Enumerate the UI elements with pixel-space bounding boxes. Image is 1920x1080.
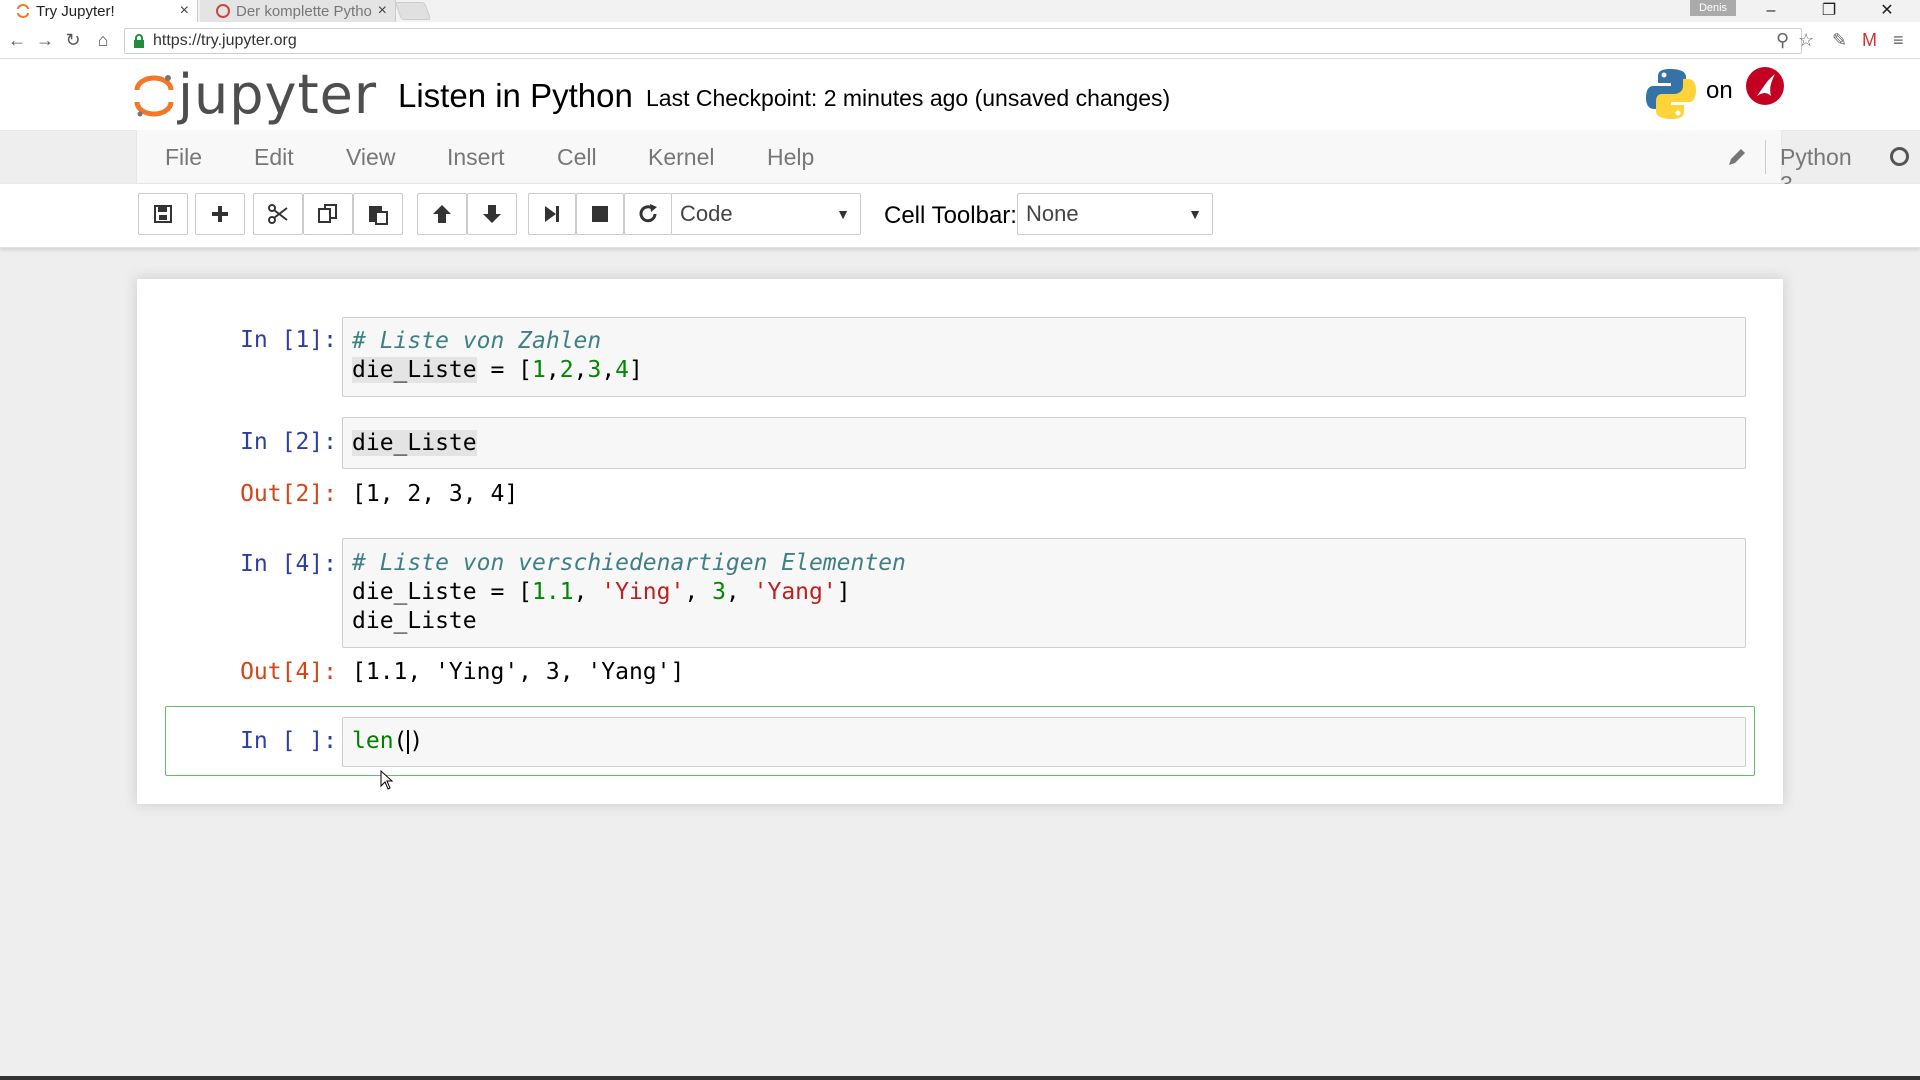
paste-button[interactable] — [353, 193, 403, 235]
jupyter-favicon-icon — [17, 4, 29, 18]
cell-toolbar-value: None — [1026, 201, 1079, 226]
code-cell-input[interactable] — [342, 417, 1746, 469]
save-button[interactable] — [138, 193, 188, 235]
save-icon — [154, 205, 172, 223]
forward-icon[interactable]: → — [34, 30, 56, 51]
cell-output: [1.1, 'Ying', 3, 'Yang'] — [352, 659, 685, 685]
gmail-icon[interactable]: M — [1862, 30, 1877, 51]
extension-icon[interactable]: ✎ — [1832, 30, 1847, 51]
cell-output: [1, 2, 3, 4] — [352, 481, 519, 507]
menu-view[interactable]: View — [346, 144, 395, 171]
code-line: die_Liste — [352, 430, 477, 456]
code-line: die_Liste = [1.1, 'Ying', 3, 'Yang'] — [352, 579, 851, 605]
move-up-button[interactable] — [417, 193, 467, 235]
user-badge[interactable]: Denis — [1690, 0, 1736, 16]
chevron-down-icon: ▼ — [836, 206, 850, 222]
code-line: len() — [352, 728, 424, 754]
interrupt-kernel-button[interactable] — [576, 193, 624, 235]
code-line: die_Liste — [352, 608, 477, 634]
address-bar: ← → ↻ ⌂ https://try.jupyter.org ⚲ ☆ ✎ M … — [0, 22, 1920, 59]
refresh-icon — [639, 204, 657, 223]
cell-type-value: Code — [680, 201, 733, 226]
menu-cell[interactable]: Cell — [557, 144, 597, 171]
minimize-icon[interactable]: – — [1748, 0, 1794, 22]
step-forward-icon — [545, 206, 559, 222]
lock-icon — [134, 34, 144, 48]
chrome-menu-icon[interactable]: ≡ — [1893, 30, 1904, 51]
jupyter-logo-text: jupyter — [178, 63, 378, 126]
input-prompt: In [1]: — [240, 327, 337, 353]
taskbar-edge — [0, 1076, 1920, 1080]
arrow-up-icon — [433, 205, 451, 223]
menu-edit[interactable]: Edit — [254, 144, 294, 171]
arrow-down-icon — [483, 205, 501, 223]
bookmark-star-icon[interactable]: ☆ — [1798, 30, 1814, 51]
run-cell-button[interactable] — [528, 193, 576, 235]
home-icon[interactable]: ⌂ — [92, 30, 114, 51]
back-icon[interactable]: ← — [6, 30, 28, 51]
zoom-icon[interactable]: ⚲ — [1776, 30, 1789, 51]
output-prompt: Out[4]: — [240, 659, 337, 685]
notebook-name[interactable]: Listen in Python — [398, 77, 633, 115]
menu-file[interactable]: File — [165, 144, 202, 171]
input-prompt: In [ ]: — [240, 728, 337, 754]
code-line: # Liste von verschiedenartigen Elementen — [352, 550, 906, 576]
rackspace-logo-icon — [1746, 67, 1784, 105]
code-editor[interactable]: die_Liste — [352, 429, 477, 458]
paste-icon — [369, 206, 388, 225]
menu-kernel[interactable]: Kernel — [648, 144, 714, 171]
checkpoint-status: Last Checkpoint: 2 minutes ago (unsaved … — [646, 85, 1171, 111]
udemy-favicon-icon — [216, 4, 230, 18]
stop-icon — [592, 206, 608, 222]
code-editor[interactable]: # Liste von Zahlen die_Liste = [1,2,3,4] — [352, 327, 643, 385]
jupyter-header: jupyter Listen in Python Last Checkpoint… — [0, 59, 1920, 131]
cell-type-select[interactable]: Code ▼ — [671, 193, 861, 235]
cell-toolbar-select[interactable]: None ▼ — [1017, 193, 1213, 235]
copy-button[interactable] — [303, 193, 353, 235]
code-line: # Liste von Zahlen — [352, 328, 602, 354]
jupyter-logo[interactable]: jupyter — [134, 63, 377, 126]
scissors-icon — [268, 204, 288, 224]
tab-title: Der komplette Pytho — [236, 2, 372, 20]
browser-tabstrip: Try Jupyter! × Der komplette Pytho × Den… — [0, 0, 1920, 22]
edit-mode-pencil-icon — [1729, 149, 1745, 165]
restore-icon[interactable]: ❐ — [1806, 0, 1852, 22]
browser-tab-try-jupyter[interactable]: Try Jupyter! × — [0, 0, 198, 22]
chevron-down-icon: ▼ — [1188, 206, 1202, 222]
browser-tab-der-komplette[interactable]: Der komplette Pytho × — [200, 0, 396, 22]
restart-kernel-button[interactable] — [624, 193, 672, 235]
mouse-pointer-icon — [380, 770, 394, 790]
cut-button[interactable] — [253, 193, 303, 235]
notebook-container: In [1]: # Liste von Zahlen die_Liste = [… — [137, 279, 1783, 804]
code-line: die_Liste = [1,2,3,4] — [352, 357, 643, 383]
url-input[interactable]: https://try.jupyter.org — [124, 28, 1802, 54]
code-editor[interactable]: # Liste von verschiedenartigen Elementen… — [352, 549, 906, 636]
close-window-icon[interactable]: ✕ — [1864, 0, 1910, 22]
on-text: on — [1706, 77, 1733, 104]
tab-close-icon[interactable]: × — [378, 2, 387, 20]
plus-icon — [212, 206, 228, 222]
notebook-toolbar: Code ▼ Cell Toolbar: None ▼ — [0, 184, 1920, 248]
kernel-separator — [1765, 140, 1766, 174]
code-editor[interactable]: len() — [352, 727, 423, 756]
copy-icon — [318, 204, 337, 223]
url-text: https://try.jupyter.org — [153, 32, 297, 49]
menu-bar: File Edit View Insert Cell Kernel Help P… — [136, 130, 1909, 197]
python-logo-icon — [1646, 69, 1696, 119]
insert-cell-button[interactable] — [195, 193, 245, 235]
tab-close-icon[interactable]: × — [180, 2, 189, 20]
menu-help[interactable]: Help — [767, 144, 814, 171]
menu-insert[interactable]: Insert — [447, 144, 505, 171]
input-prompt: In [2]: — [240, 429, 337, 455]
cell-toolbar-label: Cell Toolbar: — [884, 202, 1017, 229]
reload-icon[interactable]: ↻ — [62, 30, 84, 51]
jupyter-logo-icon — [134, 74, 174, 116]
move-down-button[interactable] — [467, 193, 517, 235]
tab-title: Try Jupyter! — [36, 2, 115, 20]
new-tab-button[interactable] — [394, 2, 432, 20]
code-cell-input[interactable] — [342, 717, 1746, 767]
output-prompt: Out[2]: — [240, 481, 337, 507]
kernel-idle-indicator-icon — [1890, 147, 1909, 166]
input-prompt: In [4]: — [240, 551, 337, 577]
